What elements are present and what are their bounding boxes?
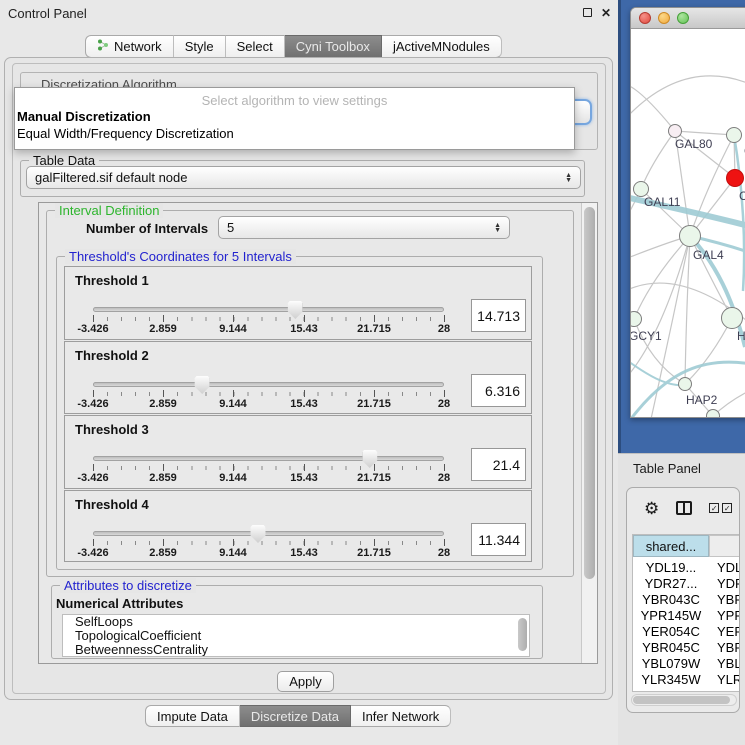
node-label: GAL80 — [675, 137, 712, 151]
threshold-1-label: Threshold 1 — [75, 273, 149, 288]
node-label: GCY1 — [631, 329, 662, 343]
num-intervals-label: Number of Intervals — [86, 221, 208, 236]
tab-cyni-toolbox[interactable]: Cyni Toolbox — [285, 35, 382, 58]
node-label: HAP2 — [686, 393, 717, 407]
threshold-4-value[interactable]: 11.344 — [471, 523, 526, 556]
threshold-1-slider[interactable] — [93, 307, 444, 312]
list-item[interactable]: TopologicalCoefficient — [63, 629, 529, 643]
settings-scrollbar-thumb[interactable] — [584, 207, 595, 579]
dropdown-hint: Select algorithm to view settings — [15, 88, 574, 108]
algorithm-dropdown: Select algorithm to view settings Manual… — [14, 87, 575, 150]
attributes-group-label: Attributes to discretize — [60, 578, 196, 593]
table-panel-title: Table Panel — [633, 461, 701, 476]
table-row[interactable]: YIL052CYIL0 — [633, 688, 740, 692]
settings-scrollbar[interactable] — [581, 203, 597, 663]
tab-network[interactable]: Network — [85, 35, 174, 58]
tab-impute-data[interactable]: Impute Data — [145, 705, 240, 727]
threshold-3-label: Threshold 3 — [75, 422, 149, 437]
table-row[interactable]: YPR145WYPR1 — [633, 608, 740, 624]
node-label: GAL11 — [644, 195, 680, 209]
node-table: shared... n YDL19...YDL1 YDR27...YDR2 YB… — [632, 534, 740, 692]
zoom-traffic-icon[interactable] — [677, 12, 689, 24]
tab-infer-network[interactable]: Infer Network — [351, 705, 451, 727]
threshold-2-slider[interactable] — [93, 382, 444, 387]
table-row[interactable]: YDR27...YDR2 — [633, 576, 740, 592]
tab-discretize-data[interactable]: Discretize Data — [240, 705, 351, 727]
thresholds-group-label: Threshold's Coordinates for 5 Intervals — [65, 249, 296, 264]
node-label: H — [737, 329, 745, 343]
table-row[interactable]: YBR043CYBR0 — [633, 592, 740, 608]
network-window-titlebar[interactable] — [631, 8, 745, 29]
network-window: GAL80 GA GAL11 C GAL4 GCY1 H HAP2 — [630, 7, 745, 418]
node-gal80[interactable] — [668, 124, 682, 138]
network-edges — [631, 29, 745, 418]
node-top-right[interactable] — [726, 127, 742, 143]
network-icon — [97, 39, 109, 54]
bottom-tab-bar: Impute Data Discretize Data Infer Networ… — [145, 705, 451, 727]
table-row[interactable]: YBR045CYBR0 — [633, 640, 740, 656]
close-traffic-icon[interactable] — [639, 12, 651, 24]
node-gal4[interactable] — [679, 225, 701, 247]
threshold-1-box: Threshold 1 -3.426 2.859 9.144 15.43 21.… — [64, 266, 532, 340]
node-h[interactable] — [721, 307, 743, 329]
interval-definition-label: Interval Definition — [55, 203, 163, 218]
minimize-traffic-icon[interactable] — [658, 12, 670, 24]
table-hscrollbar[interactable] — [631, 694, 737, 706]
dropdown-item-manual[interactable]: Manual Discretization — [15, 108, 574, 125]
threshold-4-label: Threshold 4 — [75, 497, 149, 512]
checkbox-icon[interactable]: ✓ — [722, 503, 732, 513]
column-header-name[interactable]: n — [709, 535, 740, 557]
algorithm-group-label: Discretization Algorithm — [38, 77, 180, 87]
panel-title: Control Panel — [8, 6, 87, 21]
attributes-list[interactable]: SelfLoops TopologicalCoefficient Between… — [62, 614, 530, 657]
tab-style[interactable]: Style — [174, 35, 226, 58]
threshold-3-slider[interactable] — [93, 456, 444, 461]
table-row[interactable]: YER054CYER0 — [633, 624, 740, 640]
node-selected-red[interactable] — [726, 169, 744, 187]
threshold-3-value[interactable]: 21.4 — [471, 448, 526, 481]
node-bottom-partial[interactable] — [706, 409, 720, 418]
table-hscrollbar-thumb[interactable] — [633, 696, 730, 704]
network-canvas[interactable]: GAL80 GA GAL11 C GAL4 GCY1 H HAP2 — [631, 29, 745, 418]
gear-icon[interactable]: ⚙ — [644, 500, 659, 517]
threshold-4-slider[interactable] — [93, 531, 444, 536]
screenshot-root: Control Panel ✕ Network Style Select Cyn… — [0, 0, 745, 745]
threshold-4-box: Threshold 4 -3.426 2.859 9.144 15.43 21.… — [64, 490, 532, 562]
table-row[interactable]: YDL19...YDL1 — [633, 560, 740, 576]
column-header-shared-name[interactable]: shared... — [633, 535, 709, 557]
attributes-scrollbar-thumb[interactable] — [518, 618, 527, 651]
table-row[interactable]: YLR345WYLR3 — [633, 672, 740, 688]
apply-button[interactable]: Apply — [277, 671, 334, 692]
tab-jactivemnodules[interactable]: jActiveMNodules — [382, 35, 502, 58]
node-hap2[interactable] — [678, 377, 692, 391]
threshold-1-value[interactable]: 14.713 — [471, 299, 526, 332]
top-tab-bar: Network Style Select Cyni Toolbox jActiv… — [85, 35, 502, 58]
threshold-3-box: Threshold 3 -3.426 2.859 9.144 15.43 21.… — [64, 415, 532, 489]
threshold-2-value[interactable]: 6.316 — [471, 374, 526, 407]
checkbox-icon[interactable]: ✓ — [709, 503, 719, 513]
dropdown-item-equal-width[interactable]: Equal Width/Frequency Discretization — [15, 125, 574, 142]
table-row[interactable]: YBL079WYBL0 — [633, 656, 740, 672]
stepper-icon: ▲▼ — [494, 223, 501, 233]
node-label: C — [739, 189, 745, 203]
close-icon[interactable]: ✕ — [600, 7, 612, 19]
table-panel-card: ⚙ ✓ ✓ shared... n YDL19...YDL1 YDR27...Y… — [626, 487, 740, 713]
table-toolbar: ⚙ ✓ ✓ — [627, 488, 739, 528]
float-icon[interactable] — [581, 7, 593, 19]
numerical-attributes-label: Numerical Attributes — [56, 596, 183, 611]
stepper-icon: ▲▼ — [565, 173, 572, 183]
num-intervals-combo[interactable]: 5 ▲▼ — [218, 216, 510, 239]
list-item[interactable]: BetweennessCentrality — [63, 643, 529, 657]
split-columns-icon[interactable] — [676, 501, 692, 515]
tab-select[interactable]: Select — [226, 35, 285, 58]
node-label: GAL4 — [693, 248, 724, 262]
threshold-2-box: Threshold 2 -3.426 2.859 9.144 15.43 21.… — [64, 341, 532, 414]
table-data-combo[interactable]: galFiltered.sif default node ▲▼ — [26, 166, 581, 189]
list-item[interactable]: SelfLoops — [63, 615, 529, 629]
threshold-2-label: Threshold 2 — [75, 348, 149, 363]
